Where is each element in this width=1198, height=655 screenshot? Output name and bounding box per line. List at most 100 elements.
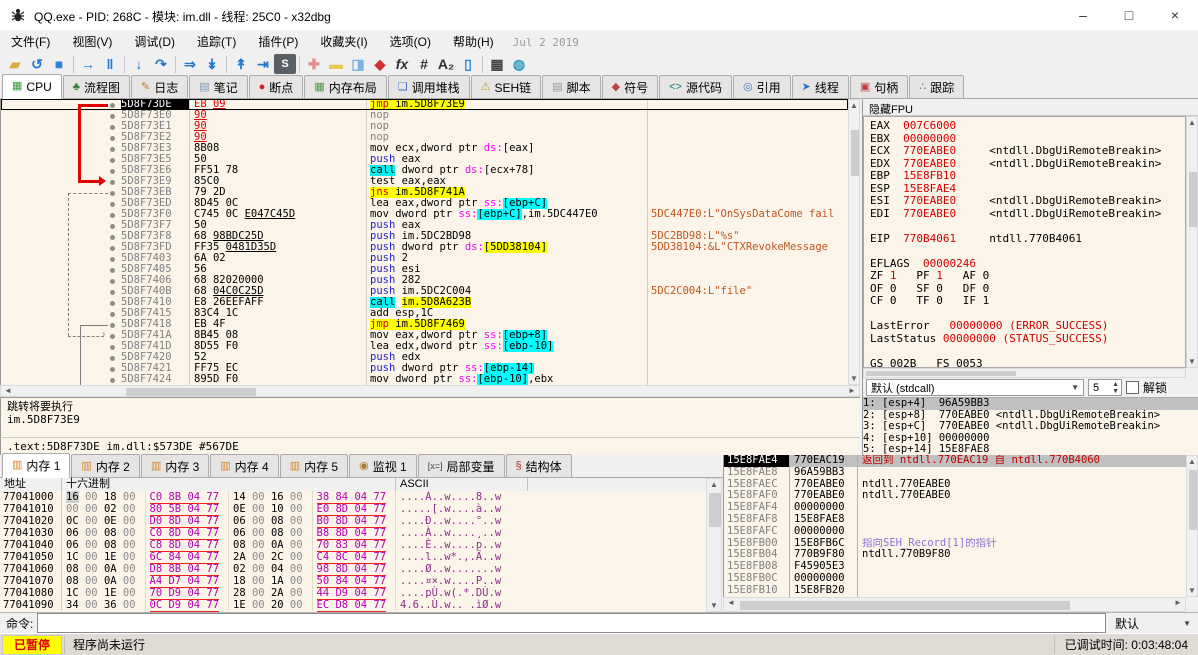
breakpoint-gutter[interactable]: [1, 330, 121, 341]
step-out-icon[interactable]: ↟: [230, 54, 252, 74]
breakpoint-gutter[interactable]: [1, 253, 121, 264]
tab-dump-1[interactable]: ▥内存 1: [2, 453, 70, 478]
tab-symbols[interactable]: ◆符号: [602, 75, 658, 98]
argument-row[interactable]: 3: [esp+C] 770EABE0 <ntdll.DbgUiRemoteBr…: [863, 421, 1198, 433]
functions-icon[interactable]: fx: [391, 54, 413, 74]
disassembly-pane[interactable]: 5D8F73DEEB 09jmp im.5D8F73E95D8F73E090no…: [0, 99, 848, 385]
unlock-checkbox[interactable]: [1126, 381, 1139, 394]
breakpoint-gutter[interactable]: [1, 264, 121, 275]
menu-v[interactable]: 视图(V): [61, 30, 123, 53]
breakpoint-gutter[interactable]: [1, 176, 121, 187]
scroll-thumb[interactable]: [740, 601, 1070, 610]
tab-call-stack[interactable]: ❏调用堆栈: [388, 75, 470, 98]
menu-h[interactable]: 帮助(H): [442, 30, 505, 53]
breakpoint-gutter[interactable]: [1, 297, 121, 308]
run-to-cursor-icon[interactable]: ⇒: [179, 54, 201, 74]
menu-t[interactable]: 追踪(T): [186, 30, 247, 53]
dump-vscrollbar[interactable]: ▲ ▼: [706, 478, 722, 612]
scroll-down-arrow[interactable]: ▼: [707, 601, 721, 610]
dump-row[interactable]: 7704107008 00 0A 00A4 D7 04 7718 00 1A 0…: [0, 575, 706, 587]
disasm-row[interactable]: 5D8F7424895D F0mov dword ptr ss:[ebp-10]…: [1, 374, 848, 385]
breakpoint-gutter[interactable]: [1, 341, 121, 352]
hash-icon[interactable]: #: [413, 54, 435, 74]
registers-vscrollbar[interactable]: ▲ ▼: [1186, 116, 1198, 368]
dump-row[interactable]: 7704101000 00 02 0080 5B 04 770E 00 10 0…: [0, 503, 706, 515]
stack-vscrollbar[interactable]: ▲ ▼: [1186, 455, 1198, 597]
menu-d[interactable]: 调试(D): [123, 30, 186, 53]
stack-row[interactable]: 15E8FAF815E8FAE8: [724, 514, 1198, 526]
run-to-user-code-icon[interactable]: ⇥: [252, 54, 274, 74]
register-line[interactable]: CF 0 TF 0 IF 1: [870, 295, 1185, 308]
scroll-thumb[interactable]: [126, 388, 256, 396]
tab-cpu[interactable]: ▦CPU: [2, 74, 62, 99]
breakpoint-gutter[interactable]: [1, 209, 121, 220]
register-list[interactable]: EAX 007C6000EBX 00000000ECX 770EABE0 <nt…: [863, 116, 1186, 368]
hide-fpu-button[interactable]: 隐藏FPU: [863, 99, 1198, 116]
stack-row[interactable]: 15E8FAE896A59BB3: [724, 467, 1198, 479]
tab-memory-map[interactable]: ▦内存布局: [304, 75, 386, 98]
command-input[interactable]: [37, 613, 1106, 633]
scroll-left-arrow[interactable]: ◄: [3, 386, 13, 395]
scroll-thumb[interactable]: [851, 130, 859, 176]
call-arguments-list[interactable]: 1: [esp+4] 96A59BB32: [esp+8] 770EABE0 <…: [863, 397, 1198, 455]
tab-references[interactable]: ◎引用: [733, 75, 791, 98]
comments-icon[interactable]: ▬: [325, 54, 347, 74]
stepper-arrows-icon[interactable]: ▲▼: [1112, 381, 1121, 395]
tab-dump-2[interactable]: ▥内存 2: [71, 454, 139, 477]
command-mode-select[interactable]: 默认 ▼: [1110, 615, 1196, 632]
dump-row[interactable]: 7704103006 00 08 00C0 8D 04 7706 00 08 0…: [0, 527, 706, 539]
tab-graph[interactable]: ♣流程图: [63, 75, 130, 98]
scroll-left-arrow[interactable]: ◄: [726, 598, 736, 607]
tab-dump-3[interactable]: ▥内存 3: [141, 454, 209, 477]
scroll-thumb[interactable]: [709, 493, 721, 527]
breakpoint-gutter[interactable]: [1, 165, 121, 176]
tab-handles[interactable]: ▣句柄: [850, 75, 908, 98]
disassembly-hscrollbar[interactable]: ◄ ►: [0, 385, 860, 397]
arg-count-stepper[interactable]: 5 ▲▼: [1088, 379, 1122, 396]
string-case-icon[interactable]: A₂: [435, 54, 457, 74]
calling-convention-select[interactable]: 默认 (stdcall) ▼: [866, 379, 1084, 396]
tab-dump-4[interactable]: ▥内存 4: [210, 454, 278, 477]
breakpoint-gutter[interactable]: [1, 286, 121, 297]
tab-struct[interactable]: §结构体: [506, 454, 572, 477]
scroll-thumb[interactable]: [1189, 172, 1197, 227]
register-line[interactable]: LastStatus 00000000 (STATUS_SUCCESS): [870, 333, 1185, 346]
breakpoint-gutter[interactable]: [1, 110, 121, 121]
execute-till-return-icon[interactable]: ↡: [201, 54, 223, 74]
breakpoint-gutter[interactable]: [1, 99, 121, 110]
minimize-button[interactable]: –: [1060, 0, 1106, 30]
step-into-icon[interactable]: ↓: [128, 54, 150, 74]
restart-icon[interactable]: ↺: [26, 54, 48, 74]
register-line[interactable]: GS 002B FS 0053: [870, 358, 1185, 369]
dump-row[interactable]: 770410801C 00 1E 0070 D9 04 7728 00 2A 0…: [0, 587, 706, 599]
tab-threads[interactable]: ➤线程: [792, 75, 849, 98]
tab-watch-1[interactable]: ◉监视 1: [349, 454, 417, 477]
tab-breakpoints[interactable]: ●断点: [249, 75, 304, 98]
scroll-up-arrow[interactable]: ▲: [849, 101, 859, 110]
disassembly-vscrollbar[interactable]: ▲ ▼: [848, 99, 860, 385]
breakpoint-gutter[interactable]: [1, 275, 121, 286]
scroll-down-arrow[interactable]: ▼: [1187, 357, 1197, 366]
scroll-up-arrow[interactable]: ▲: [707, 480, 721, 489]
tab-notes[interactable]: ▤笔记: [189, 75, 247, 98]
breakpoint-gutter[interactable]: [1, 374, 121, 385]
dump-row[interactable]: 7704106008 00 0A 00D8 8B 04 7702 00 04 0…: [0, 563, 706, 575]
breakpoint-gutter[interactable]: [1, 363, 121, 374]
argument-row[interactable]: 5: [esp+14] 15E8FAE8: [863, 444, 1198, 455]
dump-pane[interactable]: 7704100016 00 18 00C0 8B 04 7714 00 16 0…: [0, 491, 706, 612]
step-over-icon[interactable]: ↷: [150, 54, 172, 74]
dump-row[interactable]: 7704109034 00 36 000C D9 04 771E 00 20 0…: [0, 599, 706, 611]
scroll-thumb[interactable]: [866, 371, 1016, 376]
breakpoint-gutter[interactable]: [1, 220, 121, 231]
globe-icon[interactable]: ◍: [508, 54, 530, 74]
scroll-down-arrow[interactable]: ▼: [849, 374, 859, 383]
scroll-right-arrow[interactable]: ►: [847, 386, 857, 395]
breakpoint-gutter[interactable]: [1, 308, 121, 319]
argument-row[interactable]: 1: [esp+4] 96A59BB3: [863, 398, 1198, 410]
labels-icon[interactable]: ◨: [347, 54, 369, 74]
run-icon[interactable]: →: [77, 54, 99, 74]
register-line[interactable]: EDI 770EABE0 <ntdll.DbgUiRemoteBreakin>: [870, 208, 1185, 221]
close-button[interactable]: ×: [1152, 0, 1198, 30]
breakpoint-gutter[interactable]: [1, 242, 121, 253]
breakpoint-gutter[interactable]: [1, 231, 121, 242]
